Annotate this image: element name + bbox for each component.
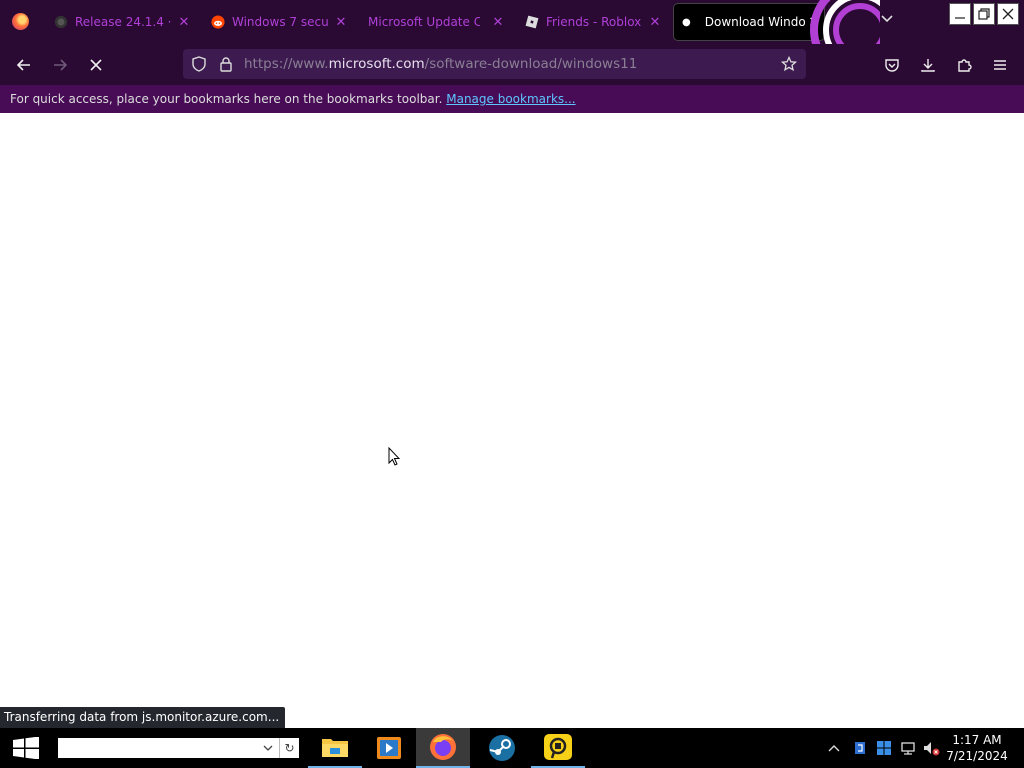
clock-date: 7/21/2024 — [946, 749, 1008, 763]
url-path: /software-download/windows11 — [424, 56, 638, 72]
close-tab-icon[interactable]: ✕ — [645, 4, 665, 40]
list-all-tabs-icon[interactable] — [878, 12, 896, 30]
bookmarks-hint-text: For quick access, place your bookmarks h… — [10, 92, 443, 106]
theme-decoration — [810, 0, 880, 44]
taskbar-address-input[interactable]: ↻ — [58, 738, 299, 758]
manage-bookmarks-link[interactable]: Manage bookmarks... — [446, 92, 575, 106]
tab-reddit[interactable]: Windows 7 securit ✕ — [211, 4, 351, 40]
back-arrow-icon — [16, 59, 30, 71]
roblox-icon — [525, 15, 539, 29]
github-icon — [54, 15, 68, 29]
app-menu-button[interactable] — [987, 52, 1013, 78]
close-window-button[interactable] — [997, 3, 1019, 25]
tracking-protection-shield-icon[interactable] — [191, 56, 207, 72]
clock-time: 1:17 AM — [952, 733, 1002, 747]
chevron-down-icon[interactable] — [258, 738, 278, 758]
network-icon[interactable] — [898, 738, 918, 758]
show-hidden-icons-button[interactable] — [824, 738, 844, 758]
downloads-button[interactable] — [915, 52, 941, 78]
close-tab-icon[interactable]: ✕ — [488, 4, 508, 40]
volume-muted-icon[interactable] — [921, 738, 941, 758]
refresh-icon[interactable]: ↻ — [279, 738, 299, 758]
bookmarks-empty-message: For quick access, place your bookmarks h… — [10, 92, 576, 106]
tab-strip: Release 24.1.4 · pa ✕ Windows 7 securit … — [0, 0, 1024, 44]
tab-roblox-friends[interactable]: Friends - Roblox ✕ — [525, 4, 665, 40]
stop-loading-button[interactable] — [83, 52, 109, 78]
ldplayer-icon — [544, 734, 572, 760]
tab-title: Friends - Roblox — [546, 15, 642, 29]
url-host: microsoft.com — [328, 56, 425, 72]
tab-github-release[interactable]: Release 24.1.4 · pa ✕ — [54, 4, 194, 40]
close-tab-icon[interactable]: ✕ — [174, 4, 194, 40]
pocket-button[interactable] — [879, 52, 905, 78]
url-prefix: https://www. — [244, 56, 329, 72]
taskbar-media-player[interactable] — [362, 728, 416, 768]
tab-title: Release 24.1.4 · pa — [75, 15, 171, 29]
status-panel: Transferring data from js.monitor.azure.… — [0, 707, 286, 728]
restore-button[interactable] — [973, 3, 995, 25]
close-tab-icon[interactable]: ✕ — [331, 4, 351, 40]
minimize-button[interactable] — [949, 3, 971, 25]
forward-arrow-icon — [54, 59, 68, 71]
firefox-view-icon[interactable] — [12, 13, 29, 30]
forward-button[interactable] — [47, 52, 73, 78]
media-player-icon — [377, 737, 401, 759]
lock-icon[interactable] — [218, 56, 234, 72]
loading-dot-icon: ● — [682, 16, 691, 28]
taskbar-clock[interactable]: 1:17 AM 7/21/2024 — [940, 732, 1014, 764]
folder-icon — [322, 739, 348, 757]
tray-app-icon[interactable] — [850, 738, 870, 758]
url-text[interactable]: https://www.microsoft.com/software-downl… — [244, 49, 637, 79]
hamburger-menu-icon — [994, 60, 1006, 70]
pocket-icon — [885, 59, 899, 72]
mouse-pointer-icon — [388, 447, 400, 466]
taskbar-steam[interactable] — [475, 728, 529, 768]
bookmarks-toolbar: For quick access, place your bookmarks h… — [0, 85, 1024, 113]
tab-title: Microsoft Update Cat — [368, 15, 480, 29]
extensions-button[interactable] — [951, 52, 977, 78]
tab-microsoft-update-catalog[interactable]: Microsoft Update Cat ✕ — [368, 4, 508, 40]
tray-windows-icon[interactable] — [874, 738, 894, 758]
navigation-toolbar: https://www.microsoft.com/software-downl… — [0, 44, 1024, 85]
windows-start-icon[interactable] — [12, 737, 40, 759]
puzzle-icon — [958, 59, 972, 72]
taskbar-ldplayer[interactable] — [531, 728, 585, 768]
stop-icon — [90, 59, 102, 71]
firefox-icon — [430, 734, 456, 760]
bookmark-star-icon[interactable] — [781, 56, 797, 72]
tab-title: Windows 7 securit — [232, 15, 328, 29]
reddit-icon — [211, 15, 225, 29]
download-icon — [921, 59, 935, 72]
page-content — [0, 113, 1024, 728]
taskbar: ↻ 1:17 AM 7/21/2024 — [0, 728, 1024, 768]
taskbar-firefox[interactable] — [416, 728, 470, 768]
back-button[interactable] — [11, 52, 37, 78]
address-bar[interactable]: https://www.microsoft.com/software-downl… — [183, 49, 806, 79]
steam-icon — [489, 735, 515, 761]
taskbar-file-explorer[interactable] — [308, 728, 362, 768]
